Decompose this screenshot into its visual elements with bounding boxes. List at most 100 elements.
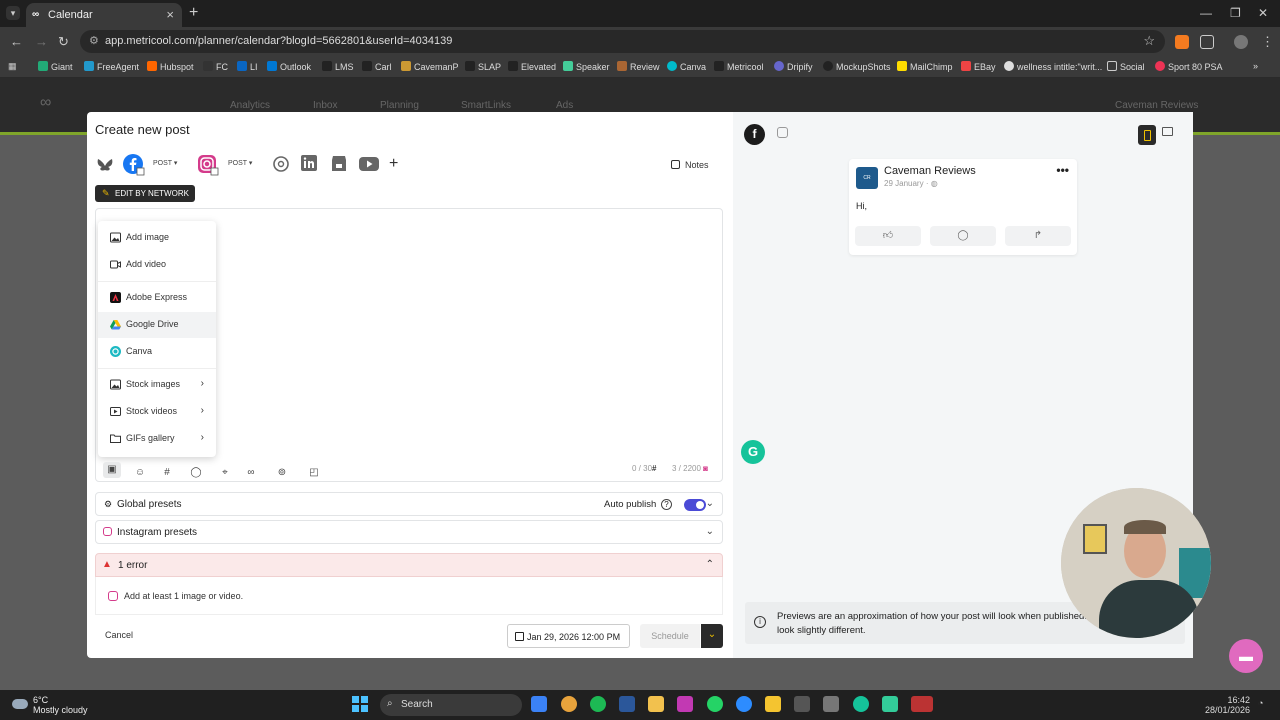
nav-analytics[interactable]: Analytics [230, 100, 270, 111]
maximize-button[interactable]: ❐ [1230, 6, 1241, 20]
hashtag-icon[interactable]: # [161, 467, 173, 479]
schedule-options-dropdown[interactable]: ⌄ [701, 624, 723, 648]
bookmark-item[interactable]: LMS [322, 61, 354, 72]
weather-widget[interactable]: 6°C Mostly cloudy [12, 695, 92, 715]
linkedin-icon[interactable] [300, 154, 318, 176]
forward-button[interactable]: → [35, 34, 48, 49]
instagram-icon[interactable] [197, 154, 219, 176]
site-info-icon[interactable]: ⚙ [89, 34, 99, 47]
whatsapp-taskbar-icon[interactable] [707, 696, 723, 712]
word-taskbar-icon[interactable] [619, 696, 635, 712]
sticky-notes-icon[interactable] [765, 696, 781, 712]
more-bookmarks-icon[interactable]: » [1253, 61, 1258, 71]
nav-inbox[interactable]: Inbox [313, 100, 337, 111]
facebook-icon[interactable] [123, 154, 145, 176]
bookmark-item[interactable]: Sport 80 PSA [1155, 61, 1223, 72]
link-icon[interactable]: ∞ [245, 467, 257, 479]
add-image-option[interactable]: Add image [98, 225, 216, 251]
canva-option[interactable]: Canva [98, 339, 216, 365]
bookmark-item[interactable]: Elevated [508, 61, 556, 72]
account-switcher[interactable]: Caveman Reviews [1115, 100, 1198, 111]
notes-button[interactable]: Notes [671, 160, 719, 176]
extensions-puzzle-icon[interactable] [1200, 35, 1214, 49]
bookmark-item[interactable]: FreeAgent [84, 61, 139, 72]
help-icon[interactable]: ? [661, 499, 672, 510]
reload-button[interactable]: ↻ [58, 34, 69, 50]
minimize-button[interactable]: — [1200, 6, 1212, 20]
nav-smartlinks[interactable]: SmartLinks [461, 100, 511, 111]
post-text-editor[interactable]: Add image Add video Adobe Express Google… [95, 208, 723, 482]
instagram-presets-row[interactable]: Instagram presets ⌄ [95, 520, 723, 544]
chevron-up-icon[interactable]: ⌃ [706, 559, 714, 570]
start-button[interactable] [352, 696, 368, 712]
add-video-option[interactable]: Add video [98, 252, 216, 278]
auto-publish-toggle[interactable] [684, 499, 706, 511]
bookmark-item[interactable]: EBay [961, 61, 996, 72]
bookmark-item[interactable]: wellness intitle:"writ... [1004, 61, 1102, 72]
bookmark-item[interactable]: LI [237, 61, 258, 72]
facebook-preview-tab[interactable]: f [744, 124, 765, 145]
threads-icon[interactable] [273, 154, 289, 176]
system-clock[interactable]: 16:42 28/01/2026 [1200, 695, 1250, 715]
location-icon[interactable]: ⌖ [219, 467, 231, 479]
bookmark-item[interactable]: CavemanP [401, 61, 459, 72]
bookmark-item[interactable]: SLAP [465, 61, 501, 72]
taskbar-app-icon[interactable] [531, 696, 547, 712]
gifs-gallery-option[interactable]: GIFs gallery › [98, 426, 216, 452]
comment-icon[interactable]: ◯ [190, 467, 202, 479]
bookmark-item[interactable]: FC [203, 61, 228, 72]
notification-icon[interactable]: ◔ [1258, 698, 1263, 708]
browser-tab[interactable]: ∞ Calendar × [26, 3, 182, 27]
apps-grid-icon[interactable]: ▦ [8, 61, 17, 72]
bookmark-folder[interactable]: Social [1107, 61, 1145, 72]
global-presets-row[interactable]: ⚙ Global presets Auto publish ? ⌄ [95, 492, 723, 516]
spotify-taskbar-icon[interactable] [590, 696, 606, 712]
taskbar-app-icon[interactable] [794, 696, 810, 712]
date-picker-button[interactable]: Jan 29, 2026 12:00 PM [507, 624, 630, 648]
bookmark-item[interactable]: MailChimp [897, 61, 953, 72]
google-business-icon[interactable] [330, 154, 348, 176]
stock-images-option[interactable]: Stock images › [98, 372, 216, 398]
recorder-taskbar-icon[interactable] [911, 696, 933, 712]
grammarly-icon[interactable]: G [741, 440, 765, 464]
bookmark-item[interactable]: Dripify [774, 61, 813, 72]
youtube-icon[interactable] [358, 154, 380, 176]
close-tab-icon[interactable]: × [166, 7, 174, 22]
bookmark-item[interactable]: Hubspot [147, 61, 194, 72]
grammarly-taskbar-icon[interactable] [853, 696, 869, 712]
profile-avatar[interactable] [1234, 35, 1248, 49]
edit-by-network-button[interactable]: ✎ EDIT BY NETWORK [95, 185, 195, 202]
canva-design-icon[interactable]: ◰ [308, 467, 320, 479]
bookmark-item[interactable]: Review [617, 61, 660, 72]
tab-search-button[interactable]: ▾ [6, 6, 20, 20]
bookmark-item[interactable]: Giant [38, 61, 73, 72]
zoom-taskbar-icon[interactable] [736, 696, 752, 712]
omnibox[interactable]: ⚙ app.metricool.com/planner/calendar?blo… [80, 30, 1165, 53]
extension-icon[interactable] [1175, 35, 1189, 49]
bookmark-item[interactable]: Metricool [714, 61, 764, 72]
google-drive-option[interactable]: Google Drive [98, 312, 216, 338]
bookmark-item[interactable]: Outlook [267, 61, 311, 72]
url-text[interactable]: app.metricool.com/planner/calendar?blogI… [105, 35, 452, 47]
chevron-down-icon[interactable]: ⌄ [706, 498, 714, 509]
chrome-taskbar-icon[interactable] [561, 696, 577, 712]
taskbar-app-icon[interactable] [677, 696, 693, 712]
taskbar-search[interactable]: ⌕ Search [380, 694, 522, 716]
support-chat-button[interactable]: ▬ [1229, 639, 1263, 673]
cancel-button[interactable]: Cancel [105, 630, 133, 640]
ai-assistant-icon[interactable]: ⊚ [273, 467, 291, 479]
bookmark-item[interactable]: MockupShots [823, 61, 891, 72]
back-button[interactable]: ← [10, 34, 23, 49]
store-taskbar-icon[interactable] [823, 696, 839, 712]
new-tab-button[interactable]: + [189, 4, 198, 22]
desktop-preview-toggle[interactable] [1162, 127, 1173, 136]
chevron-down-icon[interactable]: ⌄ [706, 526, 714, 537]
emoji-icon[interactable]: ☺ [134, 467, 146, 479]
bookmark-item[interactable]: Speaker [563, 61, 610, 72]
schedule-button[interactable]: Schedule [640, 624, 700, 648]
close-window-button[interactable]: ✕ [1258, 6, 1268, 20]
add-network-icon[interactable]: + [389, 154, 401, 176]
nav-planning[interactable]: Planning [380, 100, 419, 111]
instagram-preview-tab[interactable] [777, 127, 788, 138]
instagram-post-type[interactable]: POST ▾ [228, 159, 252, 167]
